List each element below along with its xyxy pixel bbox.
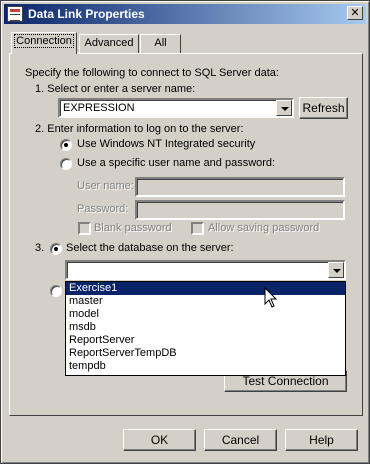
server-name-combo[interactable]: EXPRESSION xyxy=(58,98,294,118)
password-label: Password: xyxy=(77,203,129,215)
dialog-window: Data Link Properties ✕ Connection Advanc… xyxy=(0,0,370,464)
tab-all[interactable]: All xyxy=(140,34,181,53)
radio-specific-credentials[interactable] xyxy=(60,158,72,170)
password-field[interactable] xyxy=(135,200,345,220)
database-option-reportserver[interactable]: ReportServer xyxy=(66,334,345,347)
blank-password-label: Blank password xyxy=(94,222,172,234)
database-option-master[interactable]: master xyxy=(66,295,345,308)
tab-advanced[interactable]: Advanced xyxy=(79,34,139,53)
window-title: Data Link Properties xyxy=(28,7,145,21)
tab-advanced-label: Advanced xyxy=(84,37,134,49)
server-name-value: EXPRESSION xyxy=(63,102,135,114)
database-option-msdb[interactable]: msdb xyxy=(66,321,345,334)
ok-button[interactable]: OK xyxy=(123,429,196,451)
close-button[interactable]: ✕ xyxy=(347,6,363,20)
radio-nt-security[interactable] xyxy=(60,139,72,151)
radio-attach-database[interactable] xyxy=(50,285,62,297)
step3-number: 3. xyxy=(35,242,45,254)
tab-all-label: All xyxy=(154,37,167,49)
refresh-button[interactable]: Refresh xyxy=(299,97,348,119)
allow-saving-checkbox[interactable] xyxy=(191,222,204,235)
server-dropdown-arrow-icon[interactable] xyxy=(276,100,292,116)
username-label: User name: xyxy=(77,180,134,192)
database-combo[interactable] xyxy=(65,260,346,280)
database-dropdown-arrow-icon[interactable] xyxy=(328,262,344,278)
radio-select-database[interactable] xyxy=(50,243,62,255)
database-dropdown-list[interactable]: Exercise1 master model msdb ReportServer… xyxy=(65,281,346,376)
mouse-cursor-icon xyxy=(264,287,278,308)
username-field[interactable] xyxy=(135,177,345,197)
tab-connection[interactable]: Connection xyxy=(11,32,77,54)
step1-label: 1. Select or enter a server name: xyxy=(35,83,196,95)
radio-select-database-label[interactable]: Select the database on the server: xyxy=(66,242,234,254)
radio-nt-security-label[interactable]: Use Windows NT Integrated security xyxy=(77,138,255,150)
database-option-model[interactable]: model xyxy=(66,308,345,321)
cancel-button[interactable]: Cancel xyxy=(204,429,277,451)
database-option-exercise1[interactable]: Exercise1 xyxy=(66,282,345,295)
database-option-reportservertempdb[interactable]: ReportServerTempDB xyxy=(66,347,345,360)
radio-specific-credentials-label[interactable]: Use a specific user name and password: xyxy=(77,157,275,169)
data-link-app-icon xyxy=(7,6,23,22)
intro-text: Specify the following to connect to SQL … xyxy=(25,67,279,79)
database-option-tempdb[interactable]: tempdb xyxy=(66,360,345,373)
blank-password-checkbox[interactable] xyxy=(78,222,91,235)
allow-saving-label: Allow saving password xyxy=(208,222,320,234)
title-bar[interactable]: Data Link Properties ✕ xyxy=(4,4,366,24)
help-button[interactable]: Help xyxy=(285,429,358,451)
step2-label: 2. Enter information to log on to the se… xyxy=(35,123,244,135)
tab-connection-label: Connection xyxy=(14,34,74,48)
